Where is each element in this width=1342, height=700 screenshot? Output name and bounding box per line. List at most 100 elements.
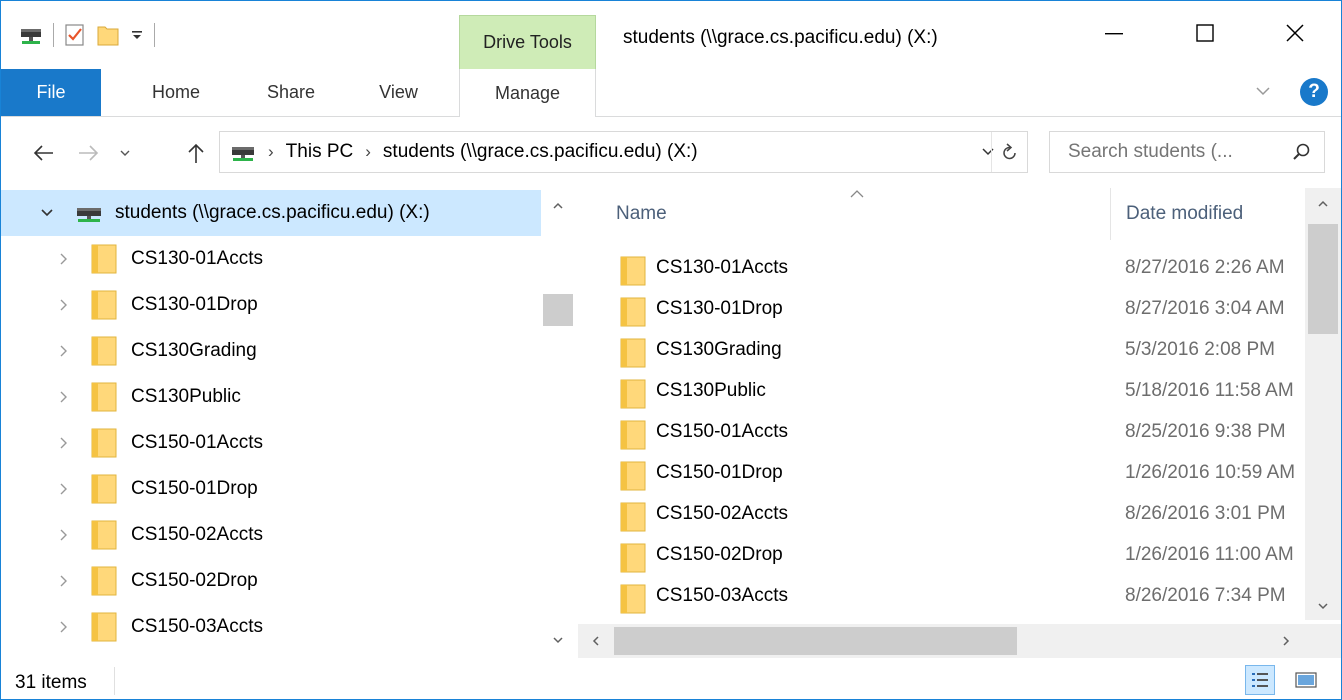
list-item-partial[interactable] [578,617,1305,620]
drive-icon [75,202,103,230]
file-date-modified: 8/26/2016 7:34 PM [1125,585,1286,606]
tree-item-folder[interactable]: CS130-01Accts [1,236,541,282]
scroll-left-icon[interactable] [582,627,610,655]
tab-view[interactable]: View [361,69,436,116]
customize-toolbar-icon[interactable] [130,17,144,53]
large-icons-view-icon [1295,672,1317,688]
chevron-right-icon[interactable] [53,525,73,545]
search-box[interactable] [1049,131,1325,173]
scroll-up-icon[interactable] [544,192,572,220]
list-item[interactable]: CS150-02Drop 1/26/2016 11:00 AM [578,535,1305,576]
minimize-button[interactable] [1084,11,1144,55]
file-list-vertical-scrollbar[interactable] [1305,188,1341,620]
list-item[interactable]: CS130-01Drop 8/27/2016 3:04 AM [578,289,1305,330]
properties-icon[interactable] [64,17,86,53]
folder-icon [91,612,117,648]
file-explorer-window: Drive Tools students (\\grace.cs.pacific… [0,0,1342,700]
list-item[interactable]: CS130Public 5/18/2016 11:58 AM [578,371,1305,412]
scrollbar-thumb[interactable] [614,627,1017,655]
search-input[interactable] [1068,141,1268,163]
chevron-right-icon[interactable] [53,617,73,637]
tab-file[interactable]: File [1,69,101,116]
tab-home[interactable]: Home [131,69,221,116]
breadcrumb-this-pc[interactable]: This PC [286,141,354,163]
tree-item-folder[interactable]: CS150-01Drop [1,466,541,512]
chevron-down-icon[interactable] [37,203,57,223]
back-button[interactable] [27,135,61,171]
search-icon [1292,142,1312,168]
tree-item-folder[interactable]: CS150-02Drop [1,558,541,604]
item-count: 31 items [15,672,87,693]
scroll-down-icon[interactable] [544,626,572,654]
address-bar[interactable]: › This PC › students (\\grace.cs.pacific… [219,131,1028,173]
folder-icon [620,461,646,497]
help-icon[interactable]: ? [1300,78,1328,106]
breadcrumb-students-drive[interactable]: students (\\grace.cs.pacificu.edu) (X:) [383,141,698,163]
navigation-pane-scrollbar[interactable] [541,188,575,658]
file-name: CS150-02Accts [656,503,789,524]
status-separator [114,667,115,695]
chevron-right-icon[interactable] [53,249,73,269]
column-header-date-modified[interactable]: Date modified [1126,203,1243,225]
tree-item-label: CS150-02Drop [131,570,258,591]
tree-item-folder[interactable]: CS130-01Drop [1,282,541,328]
refresh-button[interactable] [991,132,1027,172]
tree-item-students-drive[interactable]: students (\\grace.cs.pacificu.edu) (X:) [1,190,541,236]
details-view-button[interactable] [1245,665,1275,695]
expand-ribbon-icon[interactable] [1253,81,1273,107]
list-item[interactable]: CS130-01Accts 8/27/2016 2:26 AM [578,248,1305,289]
breadcrumb-separator-icon[interactable]: › [365,142,371,162]
scrollbar-thumb[interactable] [1308,224,1338,334]
column-header-name[interactable]: Name [616,203,667,225]
chevron-right-icon[interactable] [53,295,73,315]
large-icons-view-button[interactable] [1291,665,1321,695]
recent-locations-button[interactable] [113,135,137,171]
up-button[interactable] [181,135,211,171]
scroll-up-icon[interactable] [1309,190,1337,218]
tree-item-folder[interactable]: CS150-01Accts [1,420,541,466]
scrollbar-thumb[interactable] [543,294,573,326]
list-item[interactable]: CS130Grading 5/3/2016 2:08 PM [578,330,1305,371]
tab-share[interactable]: Share [246,69,336,116]
tree-item-folder[interactable]: CS130Grading [1,328,541,374]
folder-icon [620,543,646,579]
chevron-right-icon[interactable] [53,433,73,453]
folder-icon [620,297,646,333]
file-date-modified: 8/25/2016 9:38 PM [1125,421,1286,442]
tab-manage[interactable]: Manage [459,69,596,117]
chevron-right-icon[interactable] [53,479,73,499]
ribbon-tab-bar: File Home Share View Manage ? [1,69,1341,117]
chevron-right-icon[interactable] [53,387,73,407]
file-date-modified: 8/27/2016 3:04 AM [1125,298,1285,319]
list-item[interactable]: CS150-01Drop 1/26/2016 10:59 AM [578,453,1305,494]
maximize-button[interactable] [1175,11,1235,55]
file-date-modified: 5/18/2016 11:58 AM [1125,380,1294,401]
new-folder-icon[interactable] [96,17,120,53]
address-row: › This PC › students (\\grace.cs.pacific… [1,118,1341,188]
list-item[interactable]: CS150-03Accts 8/26/2016 7:34 PM [578,576,1305,617]
close-button[interactable] [1265,11,1325,55]
tree-item-folder[interactable]: CS150-02Accts [1,512,541,558]
list-item[interactable]: CS150-02Accts 8/26/2016 3:01 PM [578,494,1305,535]
scroll-right-icon[interactable] [1272,627,1300,655]
file-name: CS150-01Accts [656,421,789,442]
drive-icon[interactable] [19,17,43,53]
file-list-horizontal-scrollbar[interactable] [578,624,1305,658]
file-name: CS150-01Drop [656,462,783,483]
tree-item-label: CS150-01Accts [131,432,264,453]
chevron-right-icon[interactable] [53,571,73,591]
chevron-right-icon[interactable] [53,341,73,361]
breadcrumb-separator-icon[interactable]: › [268,142,274,162]
file-date-modified: 5/3/2016 2:08 PM [1125,339,1275,360]
folder-icon [91,382,117,418]
list-item[interactable]: CS150-01Accts 8/25/2016 9:38 PM [578,412,1305,453]
forward-button[interactable] [71,135,105,171]
folder-icon [620,584,646,620]
details-view-icon [1252,673,1268,687]
tree-item-label: CS150-03Accts [131,616,264,637]
tree-item-folder[interactable]: CS150-03Accts [1,604,541,650]
column-divider[interactable] [1110,188,1111,240]
window-title: students (\\grace.cs.pacificu.edu) (X:) [623,27,938,48]
tree-item-folder[interactable]: CS130Public [1,374,541,420]
scroll-down-icon[interactable] [1309,592,1337,620]
